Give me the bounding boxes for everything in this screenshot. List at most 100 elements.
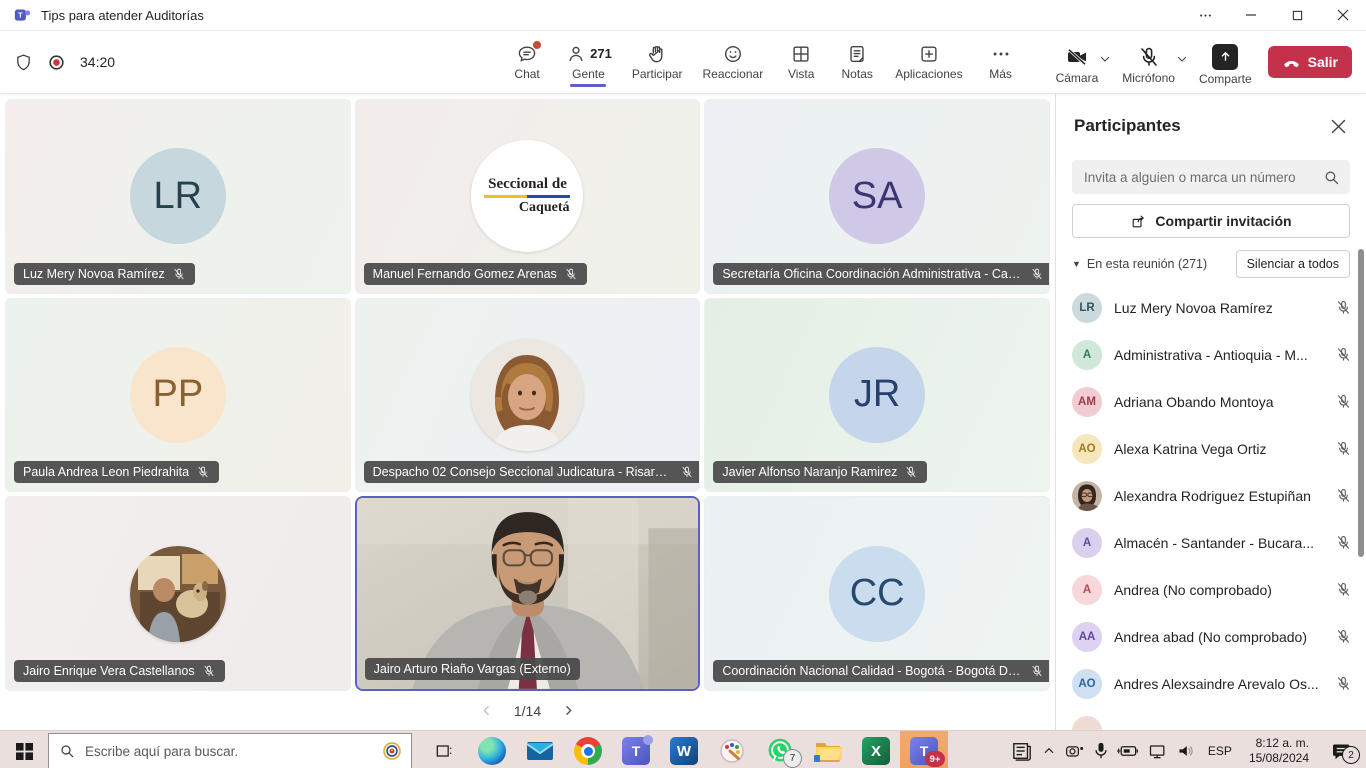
window-title: Tips para atender Auditorías [41, 8, 204, 23]
avatar: A [1072, 528, 1102, 558]
video-tile-jairo-arturo-speaking[interactable]: Jairo Arturo Riaño Vargas (Externo) [355, 496, 701, 691]
tray-network-icon[interactable] [1148, 743, 1168, 759]
tray-volume-icon[interactable] [1177, 743, 1195, 759]
leave-button[interactable]: Salir [1268, 46, 1352, 78]
invite-search-box[interactable] [1072, 160, 1350, 194]
teams-classic-taskbar-icon[interactable]: T [612, 731, 660, 768]
video-tile-despacho[interactable]: Despacho 02 Consejo Seccional Judicatura… [355, 298, 701, 493]
task-view-button[interactable] [420, 731, 468, 768]
next-page-button[interactable] [557, 700, 579, 722]
share-control[interactable]: Comparte [1199, 39, 1252, 86]
tab-react[interactable]: Reaccionar [696, 38, 771, 87]
in-meeting-section-header[interactable]: ▼ En esta reunión (271) [1072, 257, 1236, 271]
video-grid: LR Luz Mery Novoa Ramírez Seccional de C… [0, 94, 1055, 691]
tab-raise-hand[interactable]: Participar [625, 38, 690, 87]
tray-date: 15/08/2024 [1249, 751, 1309, 766]
teams-app-icon: T [14, 7, 31, 24]
list-item[interactable]: AO Alexa Katrina Vega Ortiz [1072, 425, 1356, 472]
tray-mic-icon[interactable] [1094, 742, 1108, 760]
people-icon [565, 43, 587, 65]
video-tile-secretaria[interactable]: SA Secretaría Oficina Coordinación Admin… [704, 99, 1050, 294]
window-more-button[interactable] [1182, 0, 1228, 30]
excel-taskbar-icon[interactable]: X [852, 731, 900, 768]
list-item[interactable]: A Andrea (No comprobado) [1072, 566, 1356, 613]
mic-off-icon [1335, 628, 1352, 645]
paint-taskbar-icon[interactable] [708, 731, 756, 768]
tray-power-icon[interactable] [1117, 744, 1139, 758]
news-widget-icon[interactable] [1011, 741, 1033, 761]
tab-chat[interactable]: Chat [502, 38, 552, 87]
avatar: PP [130, 347, 226, 443]
avatar: CC [829, 546, 925, 642]
word-taskbar-icon[interactable]: W [660, 731, 708, 768]
avatar: A [1072, 340, 1102, 370]
mic-control[interactable]: Micrófono [1122, 40, 1189, 85]
action-center-button[interactable]: 2 [1322, 731, 1362, 768]
tab-people[interactable]: 271 Gente [558, 38, 619, 87]
tray-expand-chevron-icon[interactable] [1042, 744, 1056, 758]
language-indicator[interactable]: ESP [1204, 744, 1236, 758]
prev-page-button[interactable] [476, 700, 498, 722]
close-panel-icon[interactable] [1324, 112, 1352, 140]
video-tile-paula[interactable]: PP Paula Andrea Leon Piedrahita [5, 298, 351, 493]
tab-notes[interactable]: Notas [832, 38, 882, 87]
list-item[interactable]: Alexandra Rodriguez Estupiñan [1072, 472, 1356, 519]
camera-control[interactable]: Cámara [1056, 40, 1113, 85]
minimize-button[interactable] [1228, 0, 1274, 30]
video-tile-javier[interactable]: JR Javier Alfonso Naranjo Ramirez [704, 298, 1050, 493]
edge-taskbar-icon[interactable] [468, 731, 516, 768]
mic-off-icon [1335, 393, 1352, 410]
invite-search-input[interactable] [1082, 169, 1323, 186]
tray-time: 8:12 a. m. [1249, 736, 1309, 751]
video-tile-luz-mery[interactable]: LR Luz Mery Novoa Ramírez [5, 99, 351, 294]
camera-off-icon [1065, 45, 1089, 69]
search-icon [59, 743, 75, 759]
avatar: SA [829, 148, 925, 244]
video-tile-jairo-enrique[interactable]: Jairo Enrique Vera Castellanos [5, 496, 351, 691]
share-invitation-button[interactable]: Compartir invitación [1072, 204, 1350, 238]
list-item[interactable]: A Almacén - Santander - Bucara... [1072, 519, 1356, 566]
mail-taskbar-icon[interactable] [516, 731, 564, 768]
participant-name-pill: Luz Mery Novoa Ramírez [14, 263, 195, 285]
avatar [1072, 716, 1102, 731]
clock[interactable]: 8:12 a. m. 15/08/2024 [1245, 736, 1313, 766]
chrome-taskbar-icon[interactable] [564, 731, 612, 768]
list-item[interactable]: A Administrativa - Antioquia - M... [1072, 331, 1356, 378]
share-screen-icon [1212, 44, 1238, 70]
video-tile-manuel[interactable]: Seccional de Caquetá Manuel Fernando Gom… [355, 99, 701, 294]
whatsapp-taskbar-icon[interactable]: 7 [756, 731, 804, 768]
more-icon [990, 43, 1012, 65]
panel-scrollbar[interactable] [1358, 249, 1364, 557]
video-tile-coordinacion[interactable]: CC Coordinación Nacional Calidad - Bogot… [704, 496, 1050, 691]
mic-chevron-icon[interactable] [1175, 52, 1189, 66]
avatar: LR [1072, 293, 1102, 323]
notes-icon [846, 43, 868, 65]
tab-view[interactable]: Vista [776, 38, 826, 87]
avatar: AM [1072, 387, 1102, 417]
maximize-button[interactable] [1274, 0, 1320, 30]
smiley-icon [722, 43, 744, 65]
tab-apps[interactable]: Aplicaciones [888, 38, 969, 87]
tray-camera-icon[interactable] [1065, 743, 1085, 759]
file-explorer-taskbar-icon[interactable] [804, 731, 852, 768]
list-item[interactable]: AO Andres Alexsaindre Arevalo Os... [1072, 660, 1356, 707]
tab-more[interactable]: Más [976, 38, 1026, 87]
avatar: AO [1072, 434, 1102, 464]
teams-notification-badge: 9+ [925, 751, 945, 767]
meeting-toolbar: 34:20 Chat 271 [0, 31, 1366, 94]
system-tray: ESP 8:12 a. m. 15/08/2024 2 [1011, 731, 1366, 768]
list-item[interactable] [1072, 707, 1356, 730]
mute-all-button[interactable]: Silenciar a todos [1236, 250, 1350, 278]
start-button[interactable] [0, 731, 48, 768]
mic-off-icon [564, 267, 578, 281]
participant-name-pill: Jairo Arturo Riaño Vargas (Externo) [365, 658, 580, 680]
taskbar-search-box[interactable]: Escribe aquí para buscar. [48, 733, 412, 768]
list-item[interactable]: AM Adriana Obando Montoya [1072, 378, 1356, 425]
list-item[interactable]: AA Andrea abad (No comprobado) [1072, 613, 1356, 660]
list-item[interactable]: LR Luz Mery Novoa Ramírez [1072, 284, 1356, 331]
mic-off-icon [1335, 581, 1352, 598]
avatar: LR [130, 148, 226, 244]
teams-new-taskbar-icon-active[interactable]: T 9+ [900, 731, 948, 768]
close-button[interactable] [1320, 0, 1366, 30]
camera-chevron-icon[interactable] [1098, 52, 1112, 66]
